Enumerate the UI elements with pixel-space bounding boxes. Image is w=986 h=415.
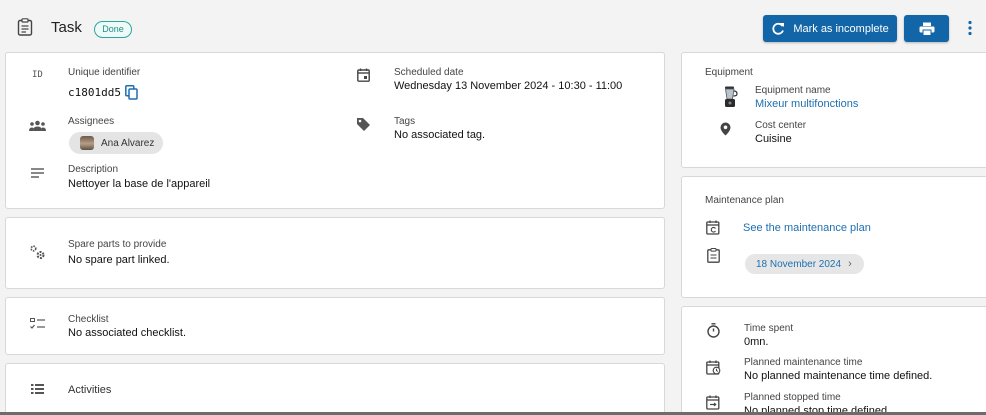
timer-icon [707,323,720,338]
unique-identifier-value: c1801dd5 [68,86,121,99]
printer-icon [919,22,934,36]
clipboard-icon [17,18,33,36]
calendar-refresh-icon [706,220,720,235]
equipment-name-label: Equipment name [755,85,831,96]
mark-incomplete-label: Mark as incomplete [793,22,889,35]
tags-label: Tags [394,116,416,127]
checklist-label: Checklist [68,314,109,325]
id-icon: ID [32,70,43,80]
maintenance-plan-title: Maintenance plan [705,195,784,206]
description-value: Nettoyer la base de l'appareil [68,178,211,190]
checklist-card [5,297,665,355]
scheduled-date-label: Scheduled date [394,67,464,78]
gears-icon [30,245,45,259]
spare-parts-value: No spare part linked. [68,254,170,266]
tag-icon [357,118,370,131]
assignees-label: Assignees [68,116,115,127]
spare-parts-label: Spare parts to provide [68,239,167,250]
assignee-chip[interactable]: Ana Alvarez [69,132,163,154]
people-icon [29,120,46,131]
refresh-icon [772,22,785,35]
blender-icon [725,86,738,107]
maintenance-date: 18 November 2024 [756,258,842,270]
page-title: Task [51,19,82,36]
calendar-icon [357,68,370,82]
more-options-icon[interactable] [962,19,978,37]
time-spent-label: Time spent [744,323,794,334]
clipboard-icon [707,248,720,263]
spare-parts-card [5,217,665,289]
equipment-title: Equipment [705,67,753,78]
description-icon [31,168,44,178]
avatar [80,136,94,150]
scheduled-date-value: Wednesday 13 November 2024 - 10:30 - 11:… [394,80,623,92]
planned-stopped-label: Planned stopped time [744,392,841,403]
mark-incomplete-button[interactable]: Mark as incomplete [763,15,897,42]
checklist-value: No associated checklist. [68,327,186,339]
equipment-name-link[interactable]: Mixeur multifonctions [755,98,858,110]
planned-maintenance-value: No planned maintenance time defined. [744,370,933,382]
page-header: Task Done Mark as incomplete [0,0,986,52]
tags-value: No associated tag. [394,129,486,141]
calendar-stop-icon [706,395,720,410]
see-maintenance-plan-link[interactable]: See the maintenance plan [743,222,871,234]
unique-identifier-label: Unique identifier [68,67,141,78]
calendar-clock-icon [706,360,721,375]
location-pin-icon [720,122,731,136]
cost-center-label: Cost center [755,120,807,131]
copy-icon[interactable] [125,85,138,100]
description-label: Description [68,164,119,175]
planned-maintenance-label: Planned maintenance time [744,357,863,368]
activities-title: Activities [68,384,112,396]
cost-center-value: Cuisine [755,133,792,145]
print-button[interactable] [904,15,949,42]
chevron-right-icon: › [848,258,852,270]
time-spent-value: 0mn. [744,336,769,348]
maintenance-date-chip[interactable]: 18 November 2024 › [745,254,864,274]
status-badge: Done [94,21,132,38]
list-icon [31,384,44,394]
checklist-icon [30,318,45,329]
assignee-name: Ana Alvarez [101,137,155,149]
